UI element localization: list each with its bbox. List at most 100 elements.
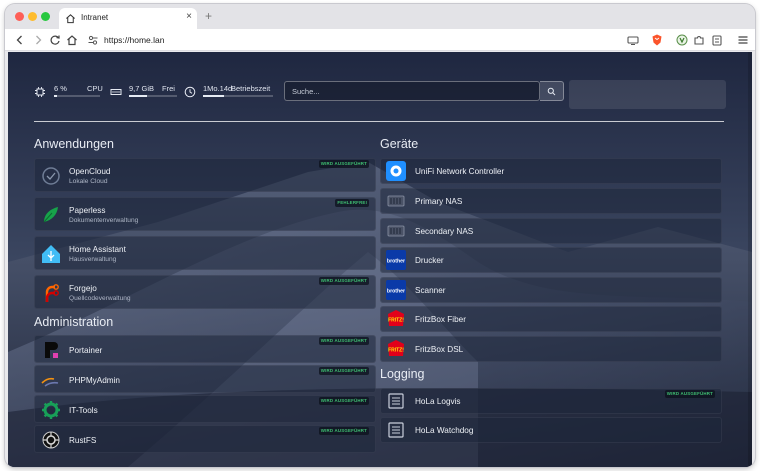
admin-card-phpmyadmin[interactable]: PHPMyAdmin WIRD AUSGEFÜHRT (34, 365, 376, 393)
extension-icon[interactable] (675, 33, 689, 47)
admin-name: Portainer (69, 346, 103, 355)
device-name: Drucker (415, 256, 444, 265)
menu-icon[interactable] (736, 33, 750, 47)
brave-shield-icon[interactable] (650, 33, 664, 47)
cpu-label: CPU (87, 84, 103, 93)
device-card-scanner[interactable]: brother Scanner (380, 277, 722, 303)
browser-window: Intranet × + https://home.lan 6 % CPU 9,… (5, 4, 755, 467)
app-name: Paperless (69, 206, 106, 215)
logging-name: HoLa Logvis (415, 397, 461, 406)
app-card-opencloud[interactable]: OpenCloud Lokale Cloud WIRD AUSGEFÜHRT (34, 158, 376, 192)
search-input[interactable] (285, 82, 535, 100)
admin-card-it-tools[interactable]: IT-Tools WIRD AUSGEFÜHRT (34, 395, 376, 423)
puzzle-icon[interactable] (692, 33, 706, 47)
clock-icon (184, 86, 196, 98)
home-button-icon[interactable] (65, 33, 79, 47)
fritz-icon: FRITZ! (388, 310, 404, 326)
new-tab-button[interactable]: + (205, 9, 212, 23)
uptime-label: Betriebszeit (231, 84, 271, 93)
minimize-window-button[interactable] (28, 12, 37, 21)
wallet-icon[interactable] (710, 33, 724, 47)
status-badge: WIRD AUSGEFÜHRT (318, 427, 369, 435)
cpu-bar (54, 95, 100, 97)
status-badge: FEHLERFREI (335, 199, 369, 207)
cpu-value: 6 % (54, 84, 67, 93)
app-name: Home Assistant (69, 245, 126, 254)
ram-bar (129, 95, 177, 97)
phpmyadmin-icon (41, 377, 59, 387)
status-badge: WIRD AUSGEFÜHRT (664, 390, 715, 398)
reload-icon[interactable] (48, 33, 62, 47)
section-heading-admin: Administration (34, 315, 114, 329)
brother-icon: brother (386, 280, 406, 300)
device-card-primary-nas[interactable]: Primary NAS (380, 188, 722, 214)
app-name: Forgejo (69, 284, 97, 293)
device-name: Secondary NAS (415, 227, 474, 236)
unifi-icon (386, 161, 406, 181)
header-divider (34, 121, 724, 122)
app-card-forgejo[interactable]: Forgejo Quellcodeverwaltung WIRD AUSGEFÜ… (34, 275, 376, 309)
uptime-bar (203, 95, 273, 97)
admin-name: IT-Tools (69, 406, 98, 415)
log-icon (388, 422, 404, 438)
address-bar[interactable]: https://home.lan (104, 35, 164, 45)
admin-name: PHPMyAdmin (69, 376, 120, 385)
svg-text:FRITZ!: FRITZ! (388, 348, 404, 354)
home-icon (66, 14, 75, 24)
site-settings-icon[interactable] (87, 34, 99, 46)
search-icon (547, 87, 556, 96)
svg-text:brother: brother (387, 259, 405, 265)
forward-icon[interactable] (31, 33, 45, 47)
uptime-value: 1Mo.14d (203, 84, 233, 93)
device-name: FritzBox Fiber (415, 315, 466, 324)
log-icon (388, 393, 404, 409)
device-card-fritzbox-fiber[interactable]: FRITZ! FritzBox Fiber (380, 306, 722, 332)
admin-name: RustFS (69, 436, 97, 445)
search-button[interactable] (540, 81, 564, 101)
app-name: OpenCloud (69, 167, 111, 176)
dashboard-content: 6 % CPU 9,7 GiB Frei 1Mo.14d Betriebszei… (8, 52, 752, 467)
ram-value: 9,7 GiB (129, 84, 155, 93)
section-heading-devices: Geräte (380, 137, 419, 151)
admin-card-portainer[interactable]: Portainer WIRD AUSGEFÜHRT (34, 335, 376, 363)
logging-card-hola-logvis[interactable]: HoLa Logvis WIRD AUSGEFÜHRT (380, 388, 722, 414)
back-icon[interactable] (13, 33, 27, 47)
app-card-paperless[interactable]: Paperless Dokumentenverwaltung FEHLERFRE… (34, 197, 376, 231)
device-card-fritzbox-dsl[interactable]: FRITZ! FritzBox DSL (380, 336, 722, 362)
close-window-button[interactable] (15, 12, 24, 21)
device-card-unifi[interactable]: UniFi Network Controller (380, 158, 722, 184)
app-description: Quellcodeverwaltung (69, 295, 131, 302)
status-badge: WIRD AUSGEFÜHRT (318, 367, 369, 375)
admin-card-rustfs[interactable]: RustFS WIRD AUSGEFÜHRT (34, 425, 376, 453)
fritz-icon: FRITZ! (388, 340, 404, 356)
browser-toolbar: https://home.lan (5, 29, 755, 51)
device-name: FritzBox DSL (415, 345, 464, 354)
maximize-window-button[interactable] (41, 12, 50, 21)
app-description: Hausverwaltung (69, 256, 117, 263)
cast-icon[interactable] (626, 33, 640, 47)
device-card-drucker[interactable]: brother Drucker (380, 247, 722, 273)
app-card-home-assistant[interactable]: Home Assistant Hausverwaltung (34, 236, 376, 270)
logging-name: HoLa Watchdog (415, 426, 474, 435)
tab-close-button[interactable]: × (186, 11, 192, 23)
svg-text:brother: brother (387, 289, 405, 295)
brother-icon: brother (386, 250, 406, 270)
section-heading-apps: Anwendungen (34, 137, 114, 151)
tab-strip: Intranet × + (5, 4, 755, 29)
search-box (284, 81, 540, 101)
device-name: Primary NAS (415, 197, 463, 206)
device-card-secondary-nas[interactable]: Secondary NAS (380, 218, 722, 244)
status-badge: WIRD AUSGEFÜHRT (318, 160, 369, 168)
rustfs-icon (42, 431, 60, 449)
nas-icon (387, 195, 405, 207)
tab-intranet[interactable]: Intranet × (59, 8, 197, 29)
app-description: Lokale Cloud (69, 178, 108, 185)
logging-card-hola-watchdog[interactable]: HoLa Watchdog (380, 417, 722, 443)
page-scrollbar[interactable] (748, 52, 752, 467)
forgejo-icon (45, 284, 59, 302)
paperless-icon (43, 207, 58, 223)
device-name: Scanner (415, 286, 446, 295)
device-name: UniFi Network Controller (415, 167, 505, 176)
status-badge: WIRD AUSGEFÜHRT (318, 337, 369, 345)
status-badge: WIRD AUSGEFÜHRT (318, 277, 369, 285)
